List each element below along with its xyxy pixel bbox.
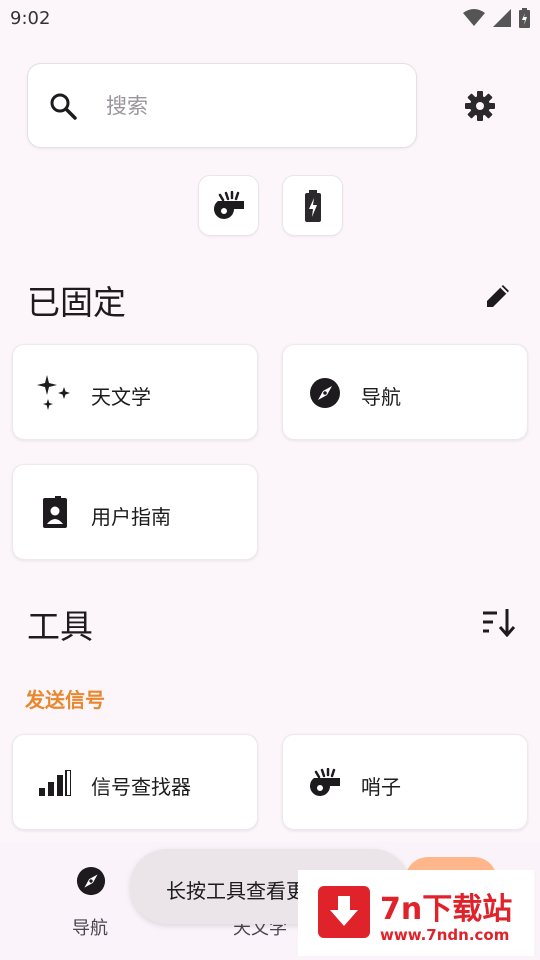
pinned-title: 已固定 — [27, 283, 126, 322]
watermark-title: 7n下载站 — [380, 892, 513, 927]
tools-title: 工具 — [27, 607, 93, 646]
status-icons — [463, 8, 530, 28]
watermark-url: www.7ndn.com — [380, 926, 510, 944]
search-input[interactable] — [106, 86, 396, 126]
pinned-card-navigation[interactable]: 导航 — [282, 344, 528, 440]
download-arrow-icon — [318, 886, 370, 938]
signal-bars-icon — [37, 765, 73, 801]
cell-signal-icon — [493, 9, 511, 27]
tool-category-label: 发送信号 — [25, 688, 105, 712]
whistle-icon — [307, 765, 343, 801]
wifi-icon — [463, 9, 485, 26]
card-label: 天文学 — [91, 385, 151, 409]
card-label: 导航 — [361, 385, 401, 409]
sparkle-icon — [37, 375, 73, 411]
card-label: 用户指南 — [91, 505, 171, 529]
whistle-icon — [213, 190, 244, 219]
edit-pinned-button[interactable] — [478, 276, 518, 316]
card-label: 信号查找器 — [91, 775, 191, 799]
search-box[interactable] — [27, 63, 417, 148]
compass-icon — [74, 864, 108, 898]
watermark: 7n下载站 www.7ndn.com — [298, 870, 534, 956]
battery-charging-icon — [304, 189, 321, 222]
quick-battery-button[interactable] — [282, 175, 343, 236]
card-label: 哨子 — [361, 775, 401, 799]
compass-icon — [307, 375, 343, 411]
tool-card-whistle[interactable]: 哨子 — [282, 734, 528, 830]
snackbar-text: 长按工具查看更 — [166, 879, 306, 903]
user-guide-icon — [37, 495, 73, 531]
settings-button[interactable] — [460, 86, 500, 126]
status-time: 9:02 — [10, 8, 51, 29]
sort-icon — [483, 609, 515, 637]
gear-icon — [465, 91, 495, 121]
sort-tools-button[interactable] — [478, 602, 518, 642]
tool-card-signal-finder[interactable]: 信号查找器 — [12, 734, 258, 830]
pencil-icon — [487, 285, 509, 307]
search-icon — [48, 91, 78, 125]
pinned-card-astronomy[interactable]: 天文学 — [12, 344, 258, 440]
quick-whistle-button[interactable] — [198, 175, 259, 236]
pinned-card-user-guide[interactable]: 用户指南 — [12, 464, 258, 560]
status-bar: 9:02 — [0, 0, 540, 36]
battery-icon — [519, 8, 530, 28]
